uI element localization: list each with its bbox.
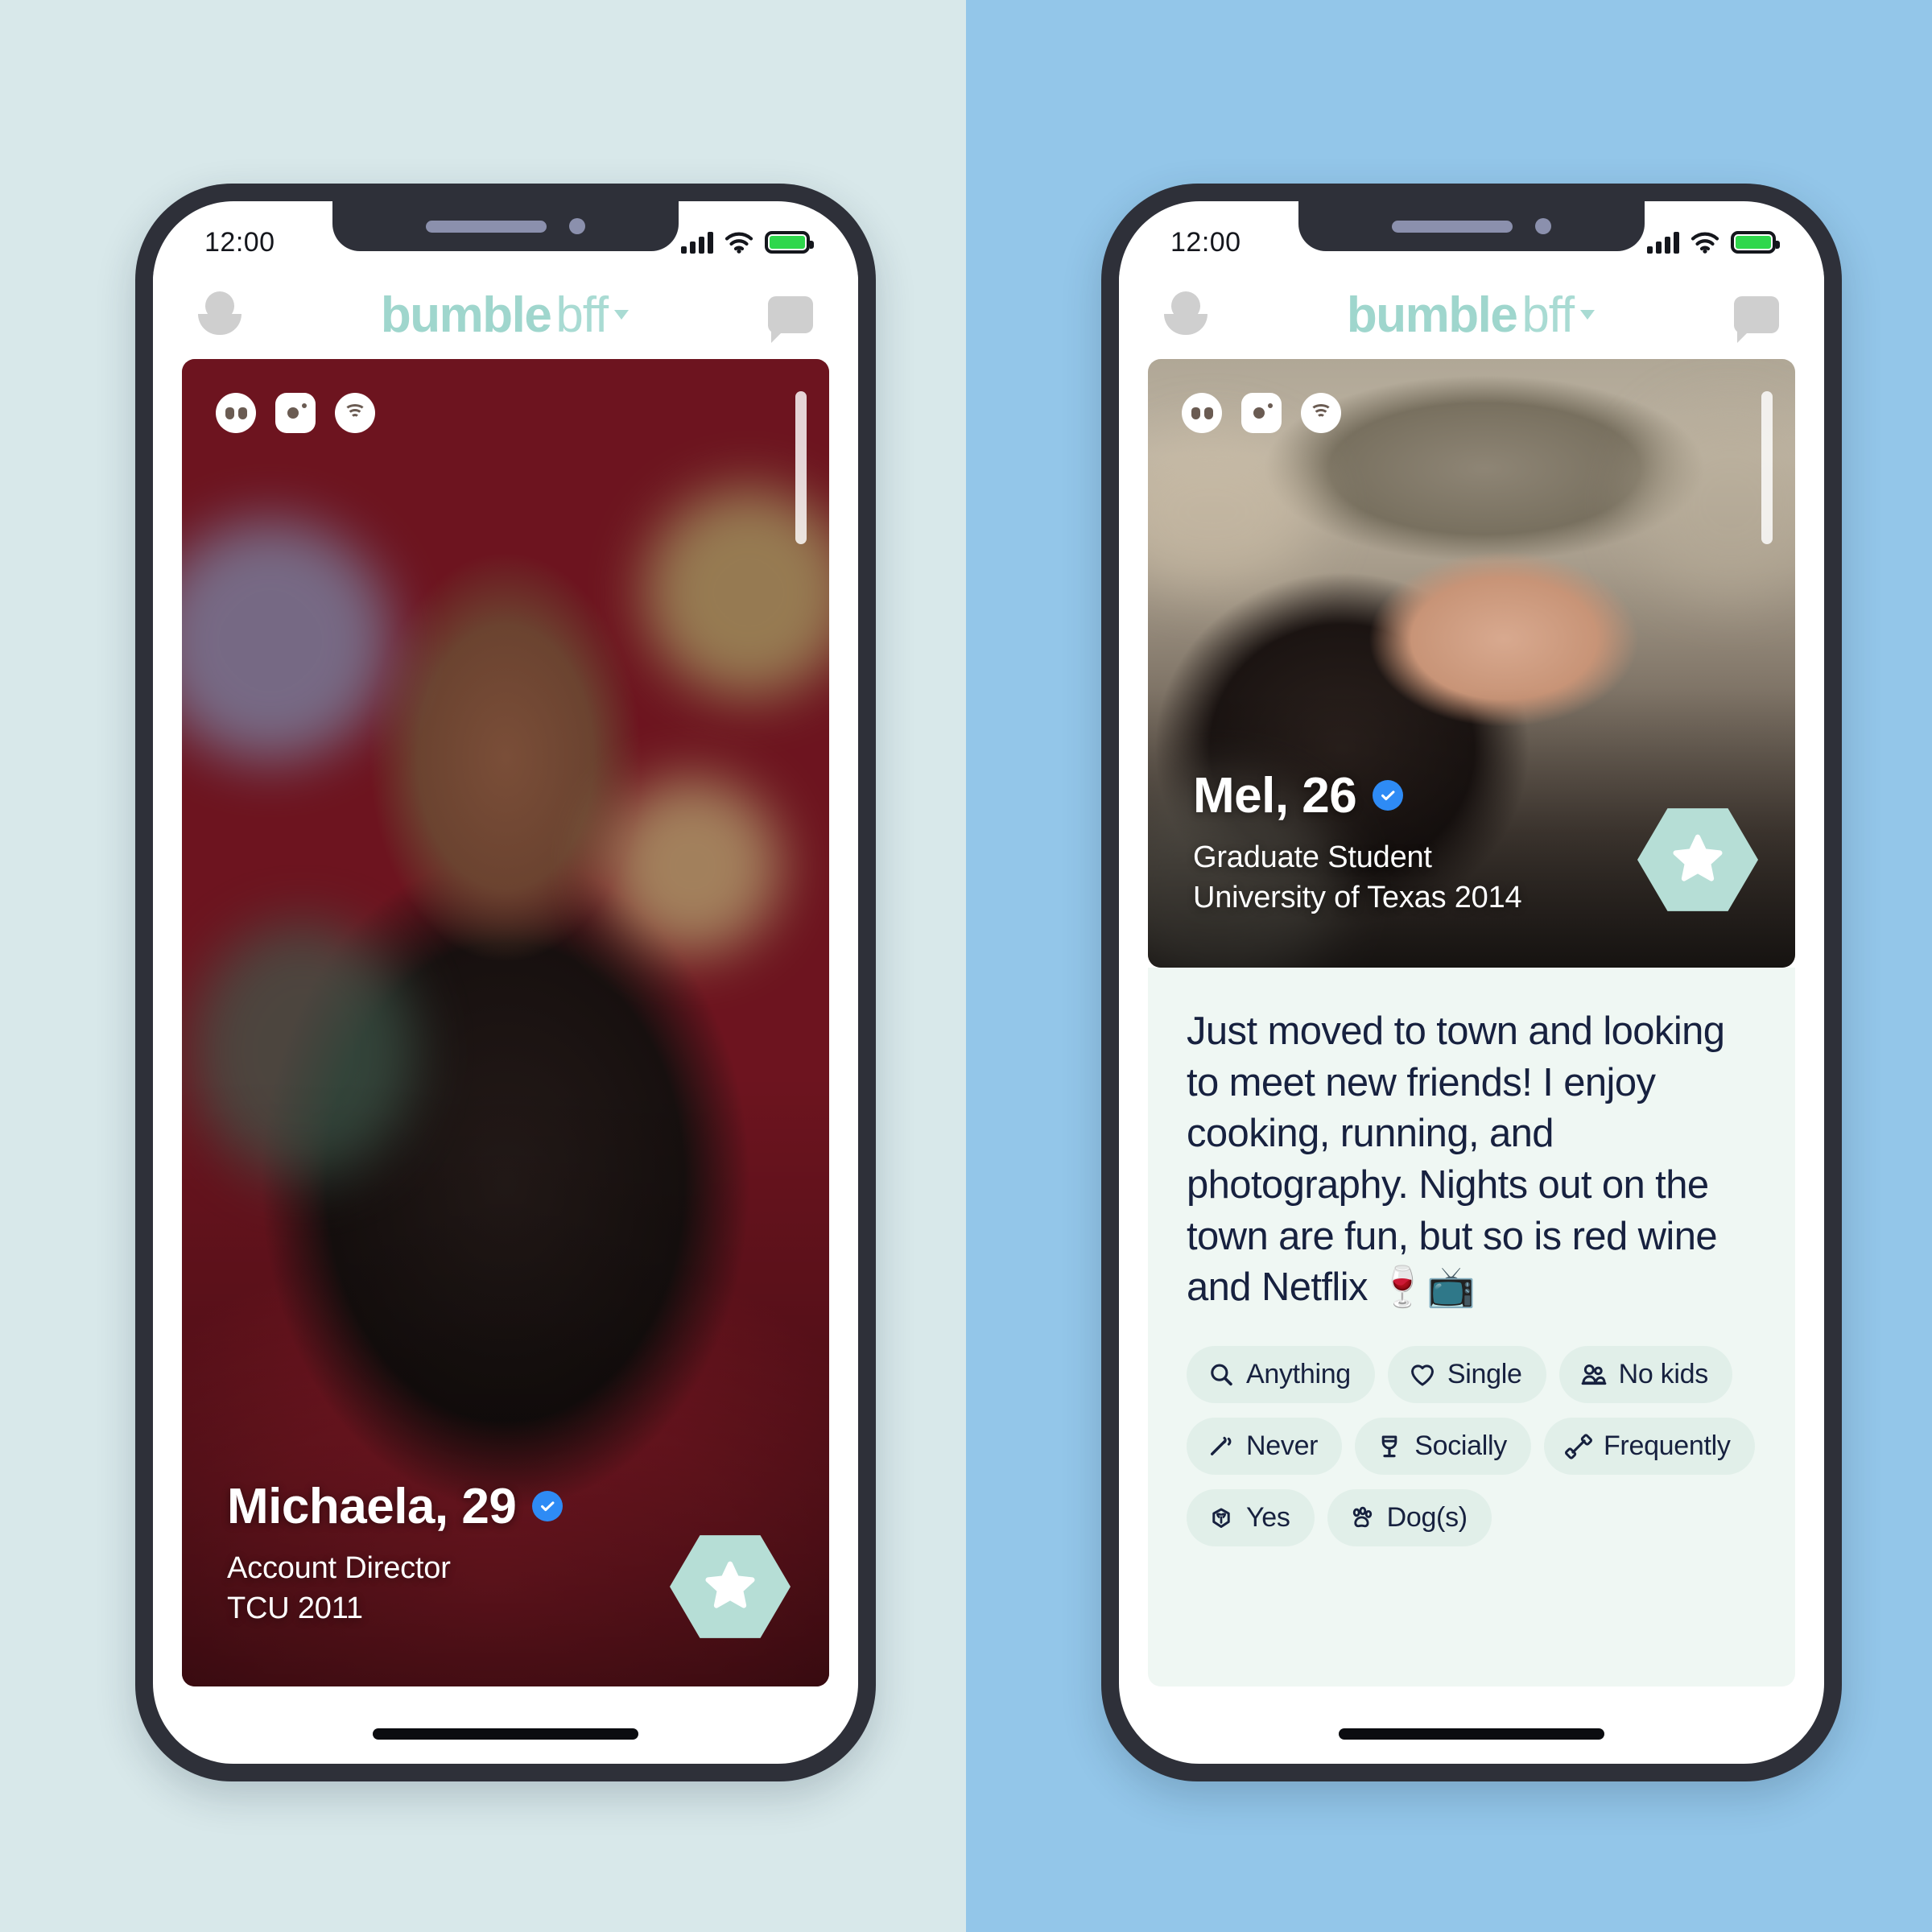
wifi-icon bbox=[1690, 231, 1719, 254]
instagram-icon[interactable] bbox=[1241, 393, 1282, 433]
device-notch bbox=[332, 201, 679, 251]
bumble-bff-logo: bumble bff bbox=[380, 287, 630, 344]
earpiece-speaker bbox=[426, 220, 547, 233]
status-icon-group bbox=[1647, 231, 1780, 254]
brand-primary: bumble bbox=[1346, 287, 1518, 343]
profile-card[interactable]: Mel, 26 Graduate Student University of T… bbox=[1148, 359, 1795, 968]
attribute-chip-no-kids[interactable]: No kids bbox=[1558, 1346, 1732, 1404]
status-clock: 12:00 bbox=[1170, 226, 1241, 258]
spotify-icon[interactable] bbox=[1301, 393, 1341, 433]
app-header: bumble bff bbox=[153, 270, 858, 359]
attribute-chip-frequently[interactable]: Frequently bbox=[1543, 1418, 1755, 1476]
profile-education: University of Texas 2014 bbox=[1193, 880, 1522, 914]
chip-label: Single bbox=[1447, 1359, 1522, 1390]
chip-label: No kids bbox=[1618, 1359, 1709, 1390]
prompt-eyes-icon[interactable] bbox=[1182, 393, 1222, 433]
home-indicator[interactable] bbox=[373, 1728, 638, 1740]
attribute-chip-yes[interactable]: Yes bbox=[1187, 1489, 1315, 1547]
profile-occupation: Account Director bbox=[227, 1550, 451, 1585]
chip-label: Yes bbox=[1246, 1502, 1290, 1534]
attribute-chip-dogs[interactable]: Dog(s) bbox=[1327, 1489, 1492, 1547]
photo-scroll-indicator[interactable] bbox=[1761, 391, 1773, 544]
home-indicator[interactable] bbox=[1339, 1728, 1604, 1740]
photo-scroll-indicator[interactable] bbox=[795, 391, 807, 544]
profile-card[interactable]: Michaela, 29 Account Director TCU 2011 bbox=[182, 359, 829, 1686]
paw-print-icon bbox=[1352, 1506, 1372, 1527]
family-icon bbox=[1581, 1364, 1607, 1385]
device-notch bbox=[1298, 201, 1645, 251]
phone-left-screen: 12:00 bumble bff Michaela, 29 Account Di… bbox=[153, 201, 858, 1764]
dumbbell-icon bbox=[1564, 1434, 1592, 1459]
brand-secondary: bff bbox=[555, 287, 609, 343]
magnifier-icon bbox=[1211, 1364, 1232, 1385]
attribute-chip-never[interactable]: Never bbox=[1187, 1418, 1343, 1476]
person-avatar-icon[interactable] bbox=[1164, 291, 1208, 338]
verified-badge-icon bbox=[532, 1491, 564, 1522]
person-avatar-icon[interactable] bbox=[198, 291, 242, 338]
star-icon bbox=[1673, 834, 1723, 881]
profile-occupation: Graduate Student bbox=[1193, 840, 1432, 874]
profile-name: Michaela, 29 bbox=[227, 1478, 517, 1534]
chip-label: Socially bbox=[1414, 1430, 1507, 1462]
verified-badge-icon bbox=[1373, 780, 1404, 811]
heart-icon bbox=[1410, 1364, 1434, 1386]
triangle-down-icon bbox=[1580, 310, 1596, 320]
bio-panel: Just moved to town and looking to meet n… bbox=[1148, 968, 1795, 1686]
profile-bio-text: Just moved to town and looking to meet n… bbox=[1187, 1009, 1725, 1310]
triangle-down-icon bbox=[614, 310, 630, 320]
status-icon-group bbox=[681, 231, 814, 254]
instagram-icon[interactable] bbox=[275, 393, 316, 433]
chip-label: Never bbox=[1246, 1430, 1319, 1462]
wine-glass-icon bbox=[1381, 1435, 1397, 1457]
photo-badge-group bbox=[1182, 393, 1341, 433]
star-icon bbox=[705, 1561, 755, 1608]
phone-right: 12:00 bumble bff Mel, 26 Graduate Studen… bbox=[1101, 184, 1842, 1781]
earpiece-speaker bbox=[1392, 220, 1513, 233]
attribute-chip-single[interactable]: Single bbox=[1387, 1346, 1546, 1404]
profile-info-right: Mel, 26 Graduate Student University of T… bbox=[1193, 767, 1522, 918]
chat-bubble-icon[interactable] bbox=[767, 296, 813, 343]
profile-info-left: Michaela, 29 Account Director TCU 2011 bbox=[227, 1478, 564, 1629]
front-camera-icon bbox=[1535, 218, 1551, 234]
attribute-chip-anything[interactable]: Anything bbox=[1187, 1346, 1375, 1404]
front-camera-icon bbox=[569, 218, 585, 234]
profile-name-row: Mel, 26 bbox=[1193, 767, 1522, 824]
photo-badge-group bbox=[216, 393, 375, 433]
battery-full-icon bbox=[1731, 231, 1780, 254]
prompt-eyes-icon[interactable] bbox=[216, 393, 256, 433]
profile-education: TCU 2011 bbox=[227, 1591, 363, 1625]
plant-icon bbox=[1212, 1508, 1230, 1528]
chip-label: Frequently bbox=[1603, 1430, 1731, 1462]
chat-bubble-icon[interactable] bbox=[1733, 296, 1779, 343]
brand-secondary: bff bbox=[1521, 287, 1575, 343]
profile-attribute-chips: Anything Single No kids Never Socially F… bbox=[1187, 1346, 1757, 1547]
app-header: bumble bff bbox=[1119, 270, 1824, 359]
bumble-bff-logo: bumble bff bbox=[1346, 287, 1596, 344]
attribute-chip-socially[interactable]: Socially bbox=[1355, 1418, 1531, 1476]
cigarette-icon bbox=[1210, 1436, 1232, 1455]
cellular-signal-icon bbox=[1647, 231, 1679, 254]
phone-left: 12:00 bumble bff Michaela, 29 Account Di… bbox=[135, 184, 876, 1781]
cellular-signal-icon bbox=[681, 231, 713, 254]
brand-primary: bumble bbox=[380, 287, 552, 343]
chip-label: Anything bbox=[1246, 1359, 1351, 1390]
profile-name: Mel, 26 bbox=[1193, 767, 1357, 824]
spotify-icon[interactable] bbox=[335, 393, 375, 433]
battery-full-icon bbox=[765, 231, 814, 254]
wifi-icon bbox=[724, 231, 753, 254]
phone-right-screen: 12:00 bumble bff Mel, 26 Graduate Studen… bbox=[1119, 201, 1824, 1764]
status-clock: 12:00 bbox=[204, 226, 275, 258]
profile-name-row: Michaela, 29 bbox=[227, 1478, 564, 1535]
chip-label: Dog(s) bbox=[1386, 1502, 1468, 1534]
screenshot-stage: 12:00 bumble bff Michaela, 29 Account Di… bbox=[0, 0, 1932, 1932]
